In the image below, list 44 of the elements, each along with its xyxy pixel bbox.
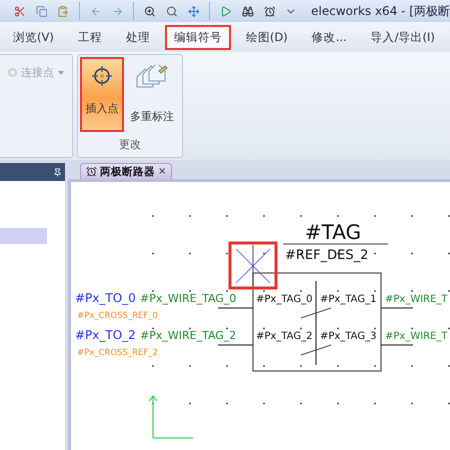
wire-tag-label: #Px_WIRE_TAG_2 [140, 329, 236, 342]
wire-tag-label: #Px_WIRE_T [385, 294, 448, 305]
pin-tag-label: #Px_TAG_1 [320, 294, 376, 305]
menu-tab[interactable]: 编辑符号 [164, 24, 231, 50]
ribbon-button[interactable]: 多重标注 [126, 57, 178, 132]
copy-icon[interactable] [36, 4, 48, 18]
window-title: elecworks x64 - [两极断 [311, 2, 450, 20]
binoculars-icon[interactable] [242, 4, 254, 18]
axis-drawing [148, 395, 194, 438]
pin-tag-label: #Px_TAG_2 [256, 331, 312, 342]
pin-tag-label: #Px_TAG_0 [256, 294, 312, 305]
tab-label: 两极断路器 [100, 164, 155, 178]
symbol-icon [86, 166, 97, 177]
ref-designator: #REF_DES_2 [285, 248, 368, 263]
zoom-in-icon[interactable] [144, 4, 156, 18]
pin-tag-label: #Px_TAG_3 [320, 331, 376, 342]
menu-tab[interactable]: 浏览(V) [4, 24, 63, 50]
paste-icon[interactable] [57, 4, 70, 18]
clock-icon[interactable] [264, 4, 276, 18]
document-tab[interactable]: 两极断路器 × [80, 163, 172, 179]
menu-tab[interactable]: 绘图(D) [236, 24, 297, 50]
group-label: 更改 [118, 137, 142, 153]
caret-icon [58, 71, 64, 75]
crosshair-icon [91, 65, 113, 87]
wire-tag-label: #Px_WIRE_T [385, 331, 448, 342]
terminal-label: #Px_TO_2 [75, 328, 136, 342]
menu-tab[interactable]: 导入/导出(I) [362, 24, 444, 50]
cross-reference-label: #Px_CROSS_REF_0 [77, 311, 158, 321]
ribbon-button[interactable]: 插入点 [80, 57, 124, 132]
wire-tag-label: #Px_WIRE_TAG_0 [140, 292, 236, 305]
connect-point-icon [8, 68, 17, 77]
play-icon[interactable] [220, 4, 232, 18]
insert-point-marker[interactable] [228, 242, 278, 290]
cross-reference-label: #Px_CROSS_REF_2 [77, 348, 158, 358]
pan-icon[interactable] [188, 4, 200, 18]
menu-tab[interactable]: 修改... [302, 24, 356, 50]
pin-icon[interactable] [53, 168, 62, 176]
menu-tab[interactable]: 处理 [116, 24, 159, 50]
terminal-label: #Px_TO_0 [75, 291, 136, 305]
menu-tab[interactable]: 工程 [68, 24, 111, 50]
tag-label: #TAG [304, 220, 362, 244]
close-icon[interactable]: × [158, 166, 166, 177]
search-icon[interactable] [166, 4, 178, 18]
cut-icon[interactable] [14, 4, 26, 18]
